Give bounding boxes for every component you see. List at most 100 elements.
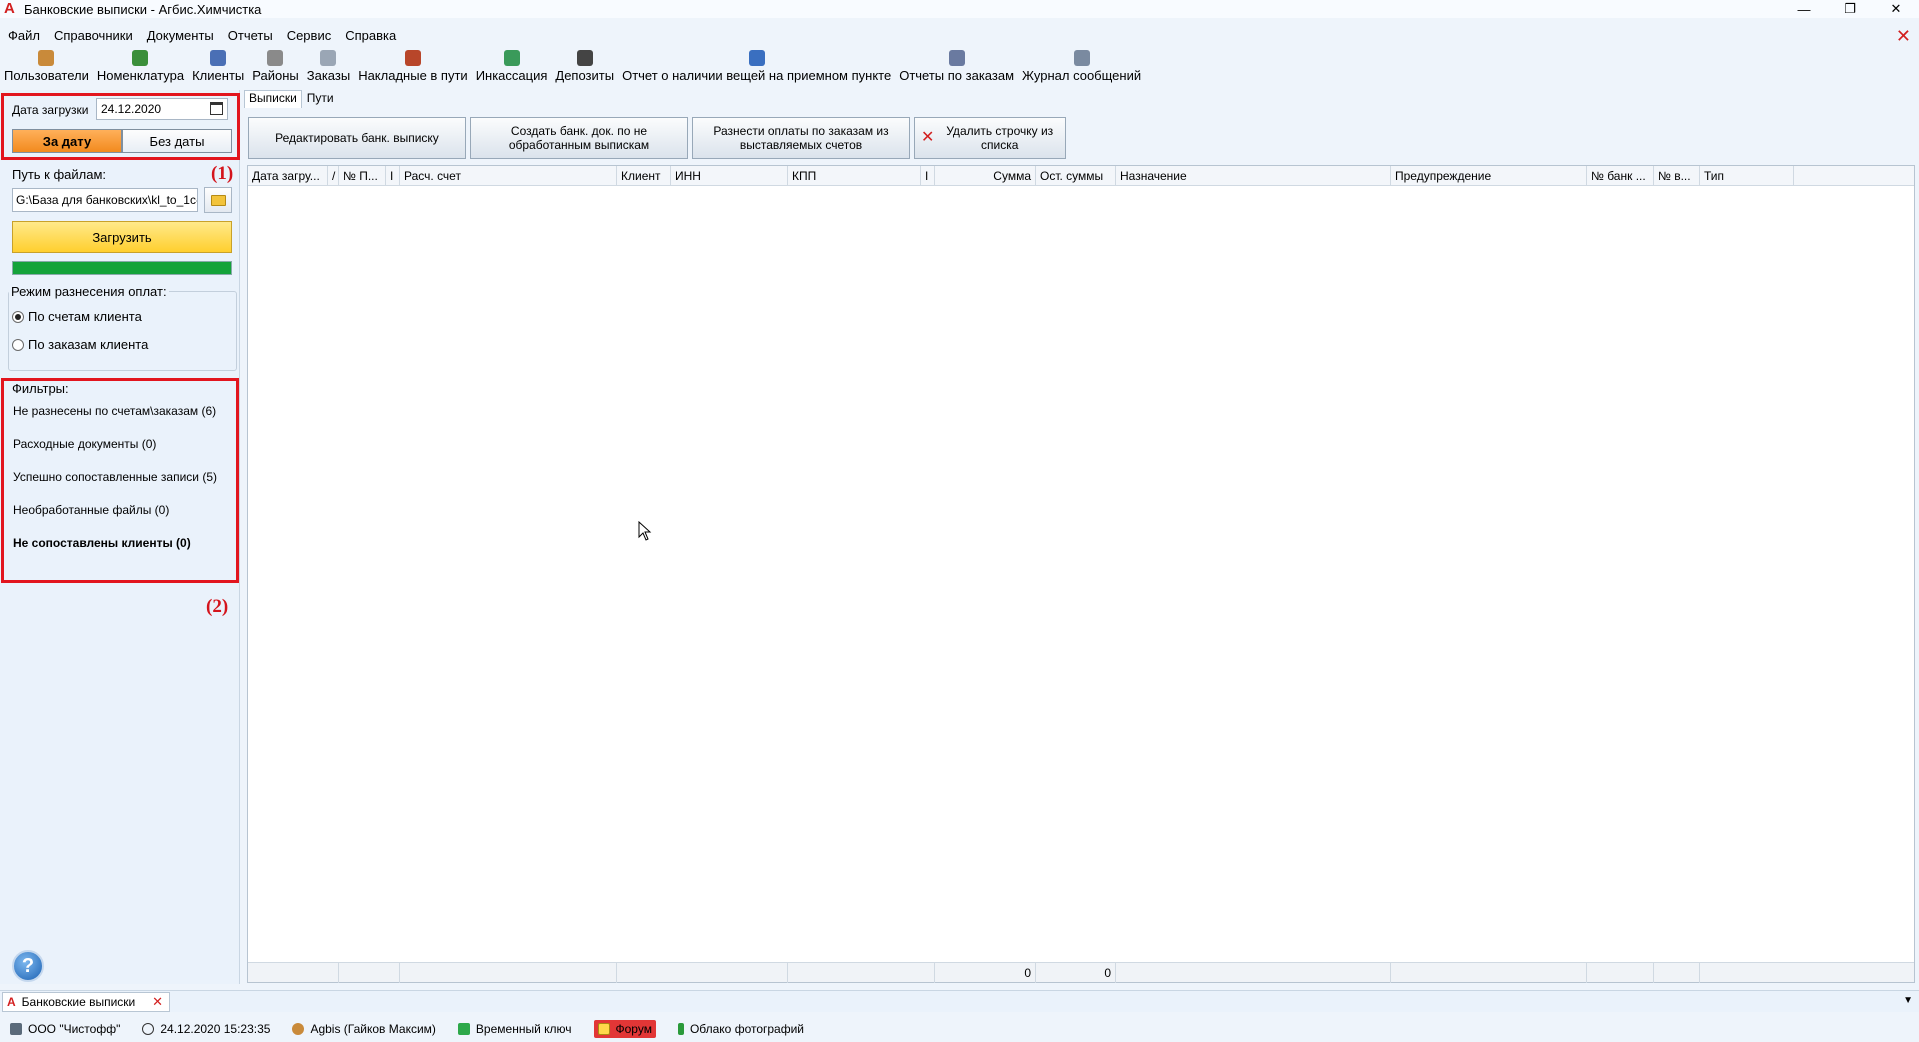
- close-document-icon[interactable]: ✕: [1896, 26, 1911, 47]
- delete-row-button[interactable]: ✕ Удалить строчку из списка: [914, 117, 1066, 159]
- col-in-number[interactable]: № в...: [1654, 166, 1700, 186]
- menu-bar: Файл Справочники Документы Отчеты Сервис…: [0, 24, 402, 46]
- annotation-2: (2): [206, 596, 229, 617]
- mouse-cursor-icon: [638, 521, 652, 541]
- toolbar-button-9[interactable]: Отчеты по заказам: [895, 50, 1018, 86]
- status-user: Agbis (Гайков Максим): [292, 1022, 436, 1036]
- path-field[interactable]: G:\База для банковских\kl_to_1c-: [12, 188, 198, 212]
- title-bar: A Банковские выписки - Агбис.Химчистка —…: [0, 0, 1919, 18]
- forum-link[interactable]: Форум: [593, 1020, 656, 1038]
- radio-unchecked-icon[interactable]: [12, 338, 24, 351]
- toolbar-button-5[interactable]: Накладные в пути: [354, 50, 472, 86]
- help-icon[interactable]: ?: [12, 950, 44, 982]
- browse-folder-button[interactable]: [204, 187, 232, 213]
- menu-documents[interactable]: Документы: [141, 28, 220, 43]
- footer-cell: [1391, 963, 1587, 983]
- load-button[interactable]: Загрузить: [12, 221, 232, 253]
- status-user-label: Agbis (Гайков Максим): [310, 1022, 436, 1036]
- status-key: Временный ключ: [457, 1022, 572, 1036]
- content-tabs: Выписки Пути: [244, 90, 339, 108]
- col-slash[interactable]: /: [328, 166, 339, 186]
- col-client[interactable]: Клиент: [617, 166, 671, 186]
- edit-statement-button[interactable]: Редактировать банк. выписку: [248, 117, 466, 159]
- document-tabbar: A Банковские выписки ✕ ▼: [0, 990, 1919, 1012]
- col-load-date[interactable]: Дата загру...: [248, 166, 328, 186]
- minimize-button[interactable]: —: [1781, 0, 1827, 18]
- tab-paths[interactable]: Пути: [302, 90, 339, 108]
- app-logo-icon: A: [7, 995, 16, 1009]
- col-kpp[interactable]: КПП: [788, 166, 921, 186]
- window-title: Банковские выписки - Агбис.Химчистка: [24, 1, 262, 17]
- allocate-payments-button[interactable]: Разнести оплаты по заказам из выставляем…: [692, 117, 910, 159]
- filter-unallocated[interactable]: Не разнесены по счетам\заказам (6): [13, 404, 216, 418]
- col-account[interactable]: Расч. счет: [400, 166, 617, 186]
- col-rest[interactable]: Ост. суммы: [1036, 166, 1116, 186]
- grid-header: Дата загру... / № П... I Расч. счет Клие…: [248, 166, 1914, 186]
- menu-file[interactable]: Файл: [2, 28, 46, 43]
- col-type[interactable]: Тип: [1700, 166, 1794, 186]
- annotation-1: (1): [211, 163, 234, 184]
- by-date-button[interactable]: За дату: [12, 129, 122, 153]
- doc-tab-bank-statements[interactable]: A Банковские выписки ✕: [2, 992, 170, 1012]
- toolbar-button-7[interactable]: Депозиты: [551, 50, 618, 86]
- toolbar-button-4[interactable]: Заказы: [303, 50, 354, 86]
- col-inn[interactable]: ИНН: [671, 166, 788, 186]
- menu-references[interactable]: Справочники: [48, 28, 139, 43]
- menu-help[interactable]: Справка: [339, 28, 402, 43]
- menu-service[interactable]: Сервис: [281, 28, 338, 43]
- mode-option-label: По счетам клиента: [28, 309, 142, 324]
- payment-mode-title: Режим разнесения оплат:: [9, 284, 169, 299]
- menu-reports[interactable]: Отчеты: [222, 28, 279, 43]
- doc-tab-label: Банковские выписки: [21, 995, 136, 1009]
- delete-row-label: Удалить строчку из списка: [946, 124, 1054, 152]
- restore-button[interactable]: ❐: [1827, 0, 1873, 18]
- col-narrow-2[interactable]: I: [921, 166, 935, 186]
- toolbar-button-0[interactable]: Пользователи: [0, 50, 93, 86]
- chevron-down-icon[interactable]: ▼: [1903, 995, 1913, 1006]
- filter-expense-docs[interactable]: Расходные документы (0): [13, 437, 156, 451]
- envelope-icon: [597, 1023, 610, 1035]
- close-window-button[interactable]: ✕: [1873, 0, 1919, 18]
- filter-unprocessed-files[interactable]: Необработанные файлы (0): [13, 503, 169, 517]
- col-warning[interactable]: Предупреждение: [1391, 166, 1587, 186]
- toolbar-button-1[interactable]: Номенклатура: [93, 50, 188, 86]
- col-purpose[interactable]: Назначение: [1116, 166, 1391, 186]
- report-icon: [748, 50, 765, 66]
- status-key-label: Временный ключ: [475, 1022, 572, 1036]
- col-sum[interactable]: Сумма: [935, 166, 1036, 186]
- no-date-button[interactable]: Без даты: [122, 129, 232, 153]
- grid-footer: 0 0: [248, 962, 1914, 983]
- toolbar-label: Пользователи: [4, 68, 89, 83]
- col-number[interactable]: № П...: [339, 166, 386, 186]
- toolbar-button-10[interactable]: Журнал сообщений: [1018, 50, 1145, 86]
- calendar-icon[interactable]: [210, 102, 223, 115]
- radio-checked-icon[interactable]: [12, 310, 24, 323]
- building-icon: [10, 1023, 22, 1035]
- tab-statements[interactable]: Выписки: [244, 90, 302, 108]
- toolbar-label: Накладные в пути: [358, 68, 468, 83]
- toolbar-label: Номенклатура: [96, 68, 185, 83]
- toolbar-button-3[interactable]: Районы: [248, 50, 302, 86]
- flag-icon: [677, 1023, 684, 1035]
- cloud-photos-label: Облако фотографий: [689, 1022, 805, 1036]
- toolbar-button-6[interactable]: Инкассация: [472, 50, 552, 86]
- filter-matched[interactable]: Успешно сопоставленные записи (5): [13, 470, 217, 484]
- col-bank-number[interactable]: № банк ...: [1587, 166, 1654, 186]
- close-tab-icon[interactable]: ✕: [152, 994, 163, 1010]
- toolbar-button-8[interactable]: Отчет о наличии вещей на приемном пункте: [618, 50, 895, 86]
- create-docs-button[interactable]: Создать банк. док. по не обработанным вы…: [470, 117, 688, 159]
- footer-sum: 0: [935, 963, 1036, 983]
- key-icon: [457, 1023, 470, 1035]
- filter-unmatched-clients[interactable]: Не сопоставлены клиенты (0): [13, 536, 191, 550]
- cloud-photos-link[interactable]: Облако фотографий: [677, 1022, 805, 1036]
- date-field[interactable]: 24.12.2020: [96, 98, 228, 120]
- toolbar-button-2[interactable]: Клиенты: [188, 50, 248, 86]
- clients-icon: [210, 50, 227, 66]
- footer-cell: [788, 963, 935, 983]
- col-narrow-1[interactable]: I: [386, 166, 400, 186]
- footer-cell: [339, 963, 400, 983]
- user-icon: [292, 1023, 305, 1035]
- order-reports-icon: [948, 50, 965, 66]
- mode-option-orders[interactable]: По заказам клиента: [12, 337, 148, 352]
- mode-option-invoices[interactable]: По счетам клиента: [12, 309, 142, 324]
